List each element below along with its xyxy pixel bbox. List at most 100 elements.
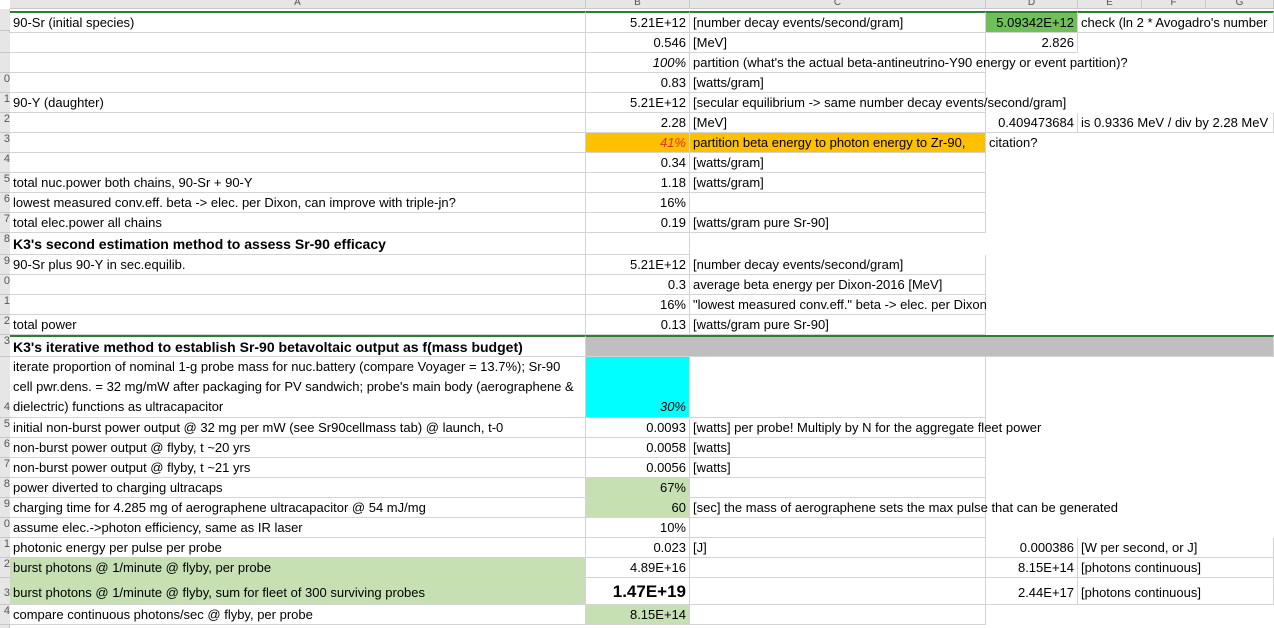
cell-c24[interactable] [690, 518, 986, 538]
cell-c19[interactable]: [watts] per probe! Multiply by N for the… [690, 418, 1041, 438]
cell-d1[interactable]: 5.09342E+12 [986, 11, 1078, 33]
cell-b20[interactable]: 0.0058 [586, 438, 690, 458]
row-number[interactable]: 4 [0, 605, 10, 625]
cell-e27[interactable]: [photons continuous] [1078, 578, 1274, 605]
cell-c1[interactable]: [number decay events/second/gram] [690, 11, 986, 33]
row-number[interactable] [0, 33, 10, 53]
column-header-a[interactable]: A [10, 0, 586, 9]
cell-c21[interactable]: [watts] [690, 458, 986, 478]
cell-a7[interactable] [10, 133, 586, 153]
cell-a23[interactable]: charging time for 4.285 mg of aerographe… [10, 498, 586, 518]
cell-a8[interactable] [10, 153, 586, 173]
cell-c26[interactable] [690, 558, 986, 578]
cell-c28[interactable] [690, 605, 986, 625]
column-header-f[interactable]: F [1142, 0, 1206, 9]
cell-c13[interactable]: [number decay events/second/gram] [690, 255, 986, 275]
column-header-b[interactable]: B [586, 0, 690, 9]
cell-c14[interactable]: average beta energy per Dixon-2016 [MeV] [690, 275, 986, 295]
cell-b11[interactable]: 0.19 [586, 213, 690, 233]
cell-b4[interactable]: 0.83 [586, 73, 690, 93]
cell-c7[interactable]: partition beta energy to photon energy t… [690, 133, 986, 153]
cell-b17[interactable] [586, 335, 1274, 357]
cell-a15[interactable] [10, 295, 586, 315]
row-number[interactable]: 0 [0, 275, 10, 295]
cell-c27[interactable] [690, 578, 986, 605]
cell-b18[interactable]: 30% [586, 357, 690, 418]
cell-c10[interactable] [690, 193, 986, 213]
row-number[interactable]: 8 [0, 478, 10, 498]
row-number[interactable] [0, 53, 10, 73]
cell-a20[interactable]: non-burst power output @ flyby, t ~20 yr… [10, 438, 586, 458]
cell-a3[interactable] [10, 53, 586, 73]
cell-c18[interactable] [690, 357, 986, 418]
cell-b1[interactable]: 5.21E+12 [586, 11, 690, 33]
cell-c11[interactable]: [watts/gram pure Sr-90] [690, 213, 986, 233]
row-number[interactable]: 4 [0, 357, 10, 418]
row-number[interactable]: 1 [0, 93, 10, 113]
cell-a1[interactable]: 90-Sr (initial species) [10, 11, 586, 33]
cell-b3[interactable]: 100% [586, 53, 690, 73]
cell-e1[interactable]: check (ln 2 * Avogadro's number [1078, 11, 1274, 33]
row-number[interactable]: 0 [0, 73, 10, 93]
row-number[interactable]: 2 [0, 558, 10, 578]
cell-a26[interactable]: burst photons @ 1/minute @ flyby, per pr… [10, 558, 586, 578]
row-number[interactable]: 4 [0, 153, 10, 173]
cell-b28[interactable]: 8.15E+14 [586, 605, 690, 625]
cell-a10[interactable]: lowest measured conv.eff. beta -> elec. … [10, 193, 586, 213]
cell-a24[interactable]: assume elec.->photon efficiency, same as… [10, 518, 586, 538]
row-number[interactable]: 5 [0, 418, 10, 438]
cell-b13[interactable]: 5.21E+12 [586, 255, 690, 275]
row-number[interactable]: 3 [0, 335, 10, 357]
row-number[interactable]: 1 [0, 295, 10, 315]
cell-c23[interactable]: [sec] the mass of aerographene sets the … [690, 498, 1118, 518]
cell-c15[interactable]: "lowest measured conv.eff." beta -> elec… [690, 295, 987, 315]
cell-b22[interactable]: 67% [586, 478, 690, 498]
cell-c4[interactable]: [watts/gram] [690, 73, 986, 93]
cell-b24[interactable]: 10% [586, 518, 690, 538]
row-number[interactable]: 8 [0, 233, 10, 255]
row-number[interactable]: 2 [0, 113, 10, 133]
row-number[interactable]: 9 [0, 255, 10, 275]
cell-c2[interactable]: [MeV] [690, 33, 986, 53]
cell-b9[interactable]: 1.18 [586, 173, 690, 193]
cell-a14[interactable] [10, 275, 586, 295]
column-header-d[interactable]: D [986, 0, 1078, 9]
cell-b26[interactable]: 4.89E+16 [586, 558, 690, 578]
cell-b21[interactable]: 0.0056 [586, 458, 690, 478]
row-number[interactable]: 7 [0, 213, 10, 233]
cell-a2[interactable] [10, 33, 586, 53]
row-number[interactable] [0, 11, 10, 31]
cell-b12[interactable] [586, 233, 690, 255]
column-header-e[interactable]: E [1078, 0, 1142, 9]
cell-a6[interactable] [10, 113, 586, 133]
row-number[interactable]: 3 [0, 578, 10, 605]
cell-d27[interactable]: 2.44E+17 [986, 578, 1078, 605]
cell-b15[interactable]: 16% [586, 295, 690, 315]
cell-b2[interactable]: 0.546 [586, 33, 690, 53]
cell-a21[interactable]: non-burst power output @ flyby, t ~21 yr… [10, 458, 586, 478]
cell-a5[interactable]: 90-Y (daughter) [10, 93, 586, 113]
cell-a27[interactable]: burst photons @ 1/minute @ flyby, sum fo… [10, 578, 586, 605]
cell-a19[interactable]: initial non-burst power output @ 32 mg p… [10, 418, 586, 438]
cell-a25[interactable]: photonic energy per pulse per probe [10, 538, 586, 558]
row-number[interactable]: 1 [0, 538, 10, 558]
cell-d26[interactable]: 8.15E+14 [986, 558, 1078, 578]
cell-b14[interactable]: 0.3 [586, 275, 690, 295]
section-heading-second-method[interactable]: K3's second estimation method to assess … [10, 233, 586, 255]
cell-d6[interactable]: 0.409473684 [986, 113, 1078, 133]
cell-c25[interactable]: [J] [690, 538, 986, 558]
cell-b23[interactable]: 60 [586, 498, 690, 518]
cell-c3[interactable]: partition (what's the actual beta-antine… [690, 53, 1128, 73]
cell-c16[interactable]: [watts/gram pure Sr-90] [690, 315, 986, 335]
cell-e26[interactable]: [photons continuous] [1078, 558, 1274, 578]
cell-d25[interactable]: 0.000386 [986, 538, 1078, 558]
cell-a9[interactable]: total nuc.power both chains, 90-Sr + 90-… [10, 173, 586, 193]
cell-c20[interactable]: [watts] [690, 438, 986, 458]
cell-b10[interactable]: 16% [586, 193, 690, 213]
row-number[interactable]: 5 [0, 173, 10, 193]
cell-b5[interactable]: 5.21E+12 [586, 93, 690, 113]
cell-c22[interactable] [690, 478, 986, 498]
cell-b16[interactable]: 0.13 [586, 315, 690, 335]
cell-e6[interactable]: is 0.9336 MeV / div by 2.28 MeV [1078, 113, 1274, 133]
cell-c5[interactable]: [secular equilibrium -> same number deca… [690, 93, 1066, 113]
